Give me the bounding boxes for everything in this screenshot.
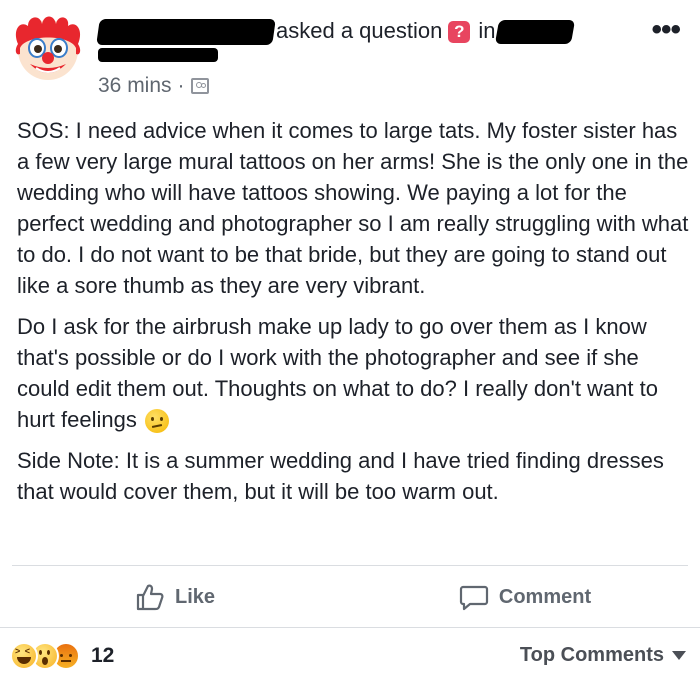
post-header: asked a question? in [96,14,618,48]
like-button[interactable]: Like [0,568,350,626]
comment-button[interactable]: Comment [350,568,700,626]
group-icon [190,78,209,94]
top-comments-dropdown[interactable]: Top Comments [520,644,686,667]
divider [0,627,700,628]
comment-label: Comment [498,585,592,608]
post-paragraph-1: SOS: I need advice when it comes to larg… [17,118,689,298]
post-paragraph-2-text: Do I ask for the airbrush make up lady t… [17,314,658,432]
more-horizontal-icon[interactable]: ••• [651,15,680,45]
divider [12,565,688,566]
post-paragraph-2: Do I ask for the airbrush make up lady t… [17,311,693,435]
haha-reaction-icon [10,642,38,670]
meta-separator: · [177,74,185,97]
confused-face-icon [144,409,169,434]
redacted-author-name-line2 [98,48,218,62]
post-paragraph-3: Side Note: It is a summer wedding and I … [17,448,664,504]
reactions-summary[interactable]: 12 [10,642,114,670]
like-label: Like [174,585,216,608]
clown-face-icon[interactable] [10,10,86,86]
top-comments-label: Top Comments [519,644,664,666]
comment-icon [459,585,488,611]
post-actions: Like Comment [0,568,700,626]
header-in-text: in [478,18,496,43]
question-icon: ? [448,21,471,44]
redacted-group-name [495,20,576,45]
caret-down-icon [672,651,686,660]
redacted-author-name [96,19,276,46]
header-action-text: asked a question [276,18,443,43]
post-timestamp[interactable]: 36 mins [98,74,172,98]
thumbs-up-icon [136,584,164,611]
reaction-count: 12 [91,644,115,667]
post-body: SOS: I need advice when it comes to larg… [17,115,693,517]
post-meta: 36 mins · [98,74,209,98]
